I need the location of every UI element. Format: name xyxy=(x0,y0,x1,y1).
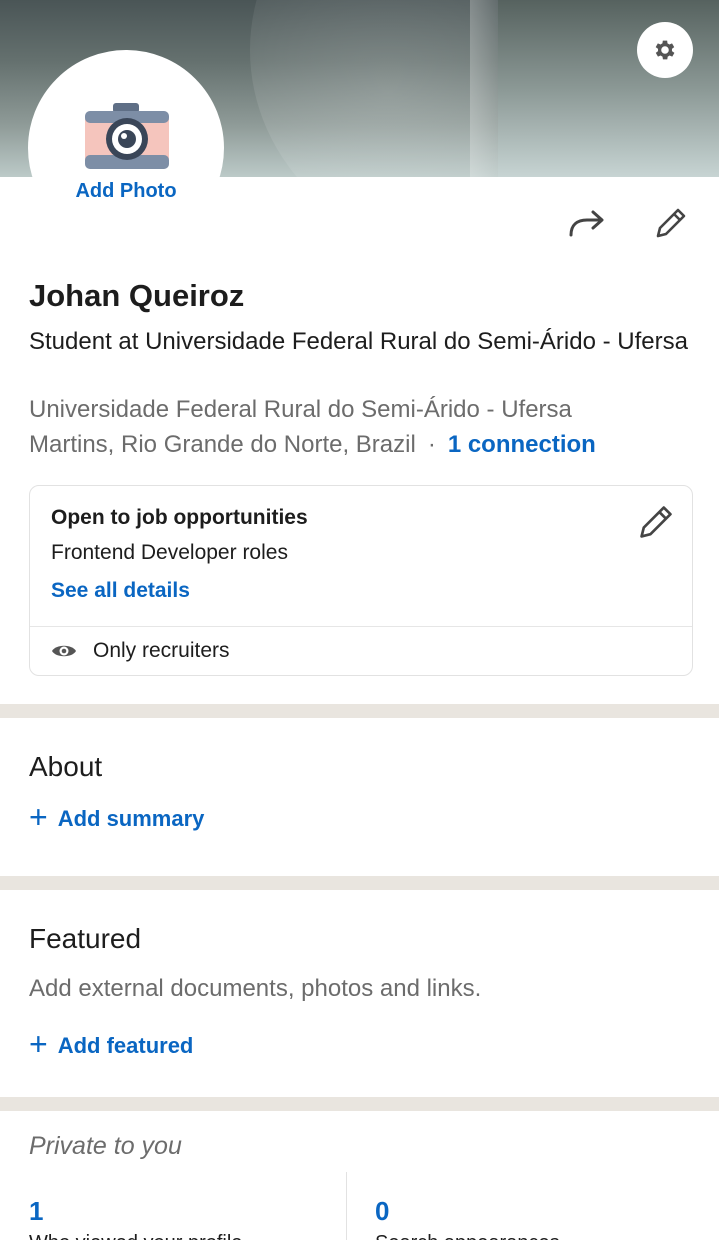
card-divider xyxy=(30,626,692,627)
add-photo-label[interactable]: Add Photo xyxy=(31,180,221,203)
open-to-work-title: Open to job opportunities xyxy=(51,506,308,529)
profile-avatar[interactable]: Add Photo xyxy=(28,50,224,246)
profile-views-count[interactable]: 1 xyxy=(29,1196,43,1227)
featured-title: Featured xyxy=(29,923,142,954)
open-to-work-card: Open to job opportunities Frontend Devel… xyxy=(29,485,693,676)
separator-dot: · xyxy=(427,431,436,458)
share-arrow-icon xyxy=(569,210,604,237)
cover-stripe xyxy=(470,0,500,177)
edit-profile-button[interactable] xyxy=(649,203,693,243)
featured-description: Add external documents, photos and links… xyxy=(29,975,482,1002)
cover-panel xyxy=(498,0,719,177)
profile-headline: Student at Universidade Federal Rural do… xyxy=(29,328,688,355)
plus-icon: + xyxy=(29,799,48,835)
section-separator xyxy=(0,876,719,890)
share-button[interactable] xyxy=(565,203,609,243)
profile-location: Martins, Rio Grande do Norte, Brazil xyxy=(29,431,416,458)
eye-icon xyxy=(52,645,76,657)
visibility-label: Only recruiters xyxy=(93,639,230,662)
visibility-row: Only recruiters xyxy=(51,639,230,663)
edit-open-to-work-button[interactable] xyxy=(636,502,676,542)
pencil-icon xyxy=(640,506,672,538)
gear-icon xyxy=(655,40,675,60)
open-to-work-roles: Frontend Developer roles xyxy=(51,541,288,564)
profile-school: Universidade Federal Rural do Semi-Árido… xyxy=(29,396,572,423)
section-separator xyxy=(0,1097,719,1111)
search-appearances-count[interactable]: 0 xyxy=(375,1196,389,1227)
pencil-icon xyxy=(656,208,686,238)
see-all-details-link[interactable]: See all details xyxy=(51,579,190,603)
profile-actions xyxy=(565,203,693,243)
profile-name: Johan Queiroz xyxy=(29,278,245,313)
about-title: About xyxy=(29,751,103,782)
add-featured-label: Add featured xyxy=(57,1032,194,1058)
plus-icon: + xyxy=(29,1026,48,1062)
connections-link[interactable]: 1 connection xyxy=(448,431,596,458)
add-featured-button[interactable]: + Add featured xyxy=(29,1026,194,1062)
add-summary-button[interactable]: + Add summary xyxy=(29,799,205,835)
camera-icon xyxy=(85,103,169,169)
section-separator xyxy=(0,704,719,718)
settings-button[interactable] xyxy=(637,22,693,78)
private-section-title: Private to you xyxy=(29,1132,182,1160)
profile-views-label[interactable]: Who viewed your profile xyxy=(29,1232,242,1240)
stats-divider xyxy=(346,1172,347,1240)
search-appearances-label[interactable]: Search appearances xyxy=(375,1232,560,1240)
profile-location-line: Martins, Rio Grande do Norte, Brazil · 1 c… xyxy=(29,427,596,462)
add-summary-label: Add summary xyxy=(57,805,205,831)
